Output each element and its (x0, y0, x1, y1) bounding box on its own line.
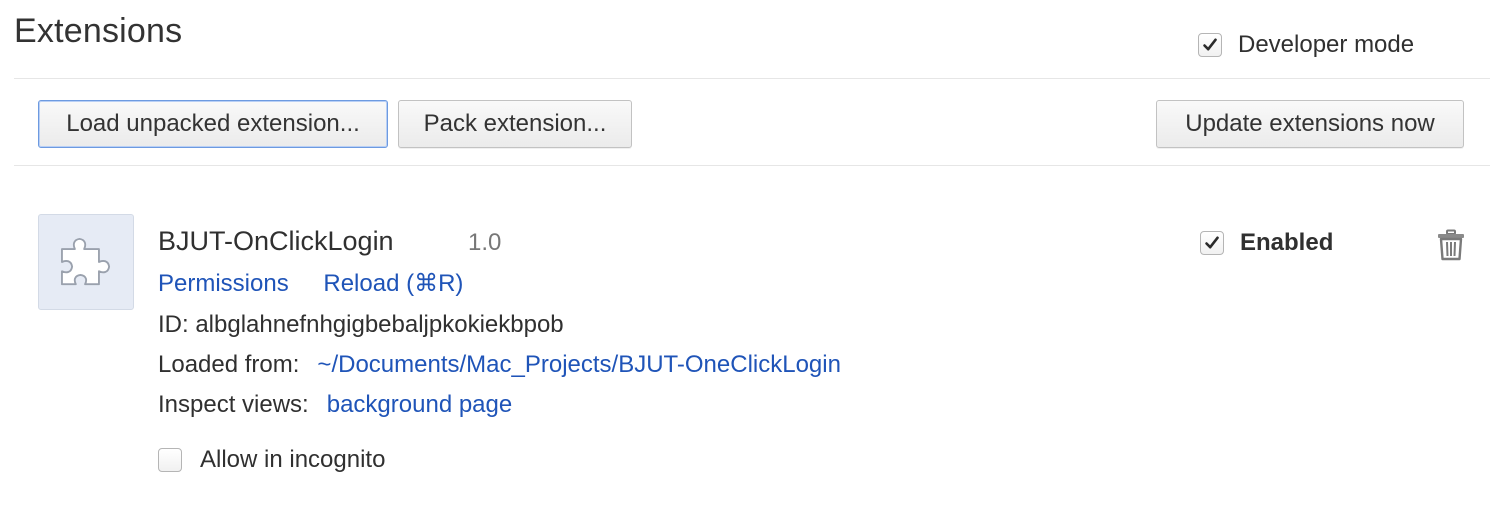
enabled-checkbox[interactable] (1200, 231, 1224, 255)
loaded-from-path-link[interactable]: ~/Documents/Mac_Projects/BJUT-OneClickLo… (317, 351, 841, 378)
load-unpacked-extension-button[interactable]: Load unpacked extension... (38, 100, 388, 148)
extension-icon (38, 214, 134, 310)
reload-link[interactable]: Reload (⌘R) (323, 270, 463, 297)
developer-mode-toggle[interactable]: Developer mode (1198, 31, 1414, 59)
developer-mode-checkbox[interactable] (1198, 33, 1222, 57)
extension-version: 1.0 (468, 229, 502, 256)
checkmark-icon (1203, 38, 1217, 51)
trash-icon[interactable] (1436, 229, 1466, 261)
pack-extension-button[interactable]: Pack extension... (398, 100, 632, 148)
permissions-link[interactable]: Permissions (158, 270, 289, 297)
allow-in-incognito-toggle[interactable]: Allow in incognito (158, 446, 385, 474)
page-title: Extensions (14, 12, 183, 50)
allow-in-incognito-label: Allow in incognito (200, 446, 386, 473)
puzzle-piece-icon (61, 237, 111, 286)
extension-name: BJUT-OnClickLogin (158, 226, 394, 256)
loaded-from-label: Loaded from: (158, 351, 300, 378)
enabled-label: Enabled (1240, 229, 1334, 256)
update-extensions-now-button[interactable]: Update extensions now (1156, 100, 1464, 148)
allow-in-incognito-checkbox[interactable] (158, 448, 182, 472)
inspect-views-row: Inspect views: background page (158, 391, 512, 419)
developer-mode-label: Developer mode (1238, 31, 1415, 58)
checkmark-icon (1205, 236, 1219, 249)
header-divider (14, 78, 1490, 79)
toolbar-divider (14, 165, 1490, 166)
inspect-views-label: Inspect views: (158, 391, 309, 418)
loaded-from-row: Loaded from: ~/Documents/Mac_Projects/BJU… (158, 351, 841, 379)
extension-links: Permissions Reload (⌘R) (158, 269, 463, 298)
extension-id: ID: albglahnefnhgigbebaljpkokiekbpob (158, 311, 564, 338)
background-page-link[interactable]: background page (327, 391, 512, 418)
enabled-toggle[interactable]: Enabled (1200, 229, 1333, 257)
extensions-page: Extensions Developer mode Load unpacked … (0, 0, 1492, 506)
